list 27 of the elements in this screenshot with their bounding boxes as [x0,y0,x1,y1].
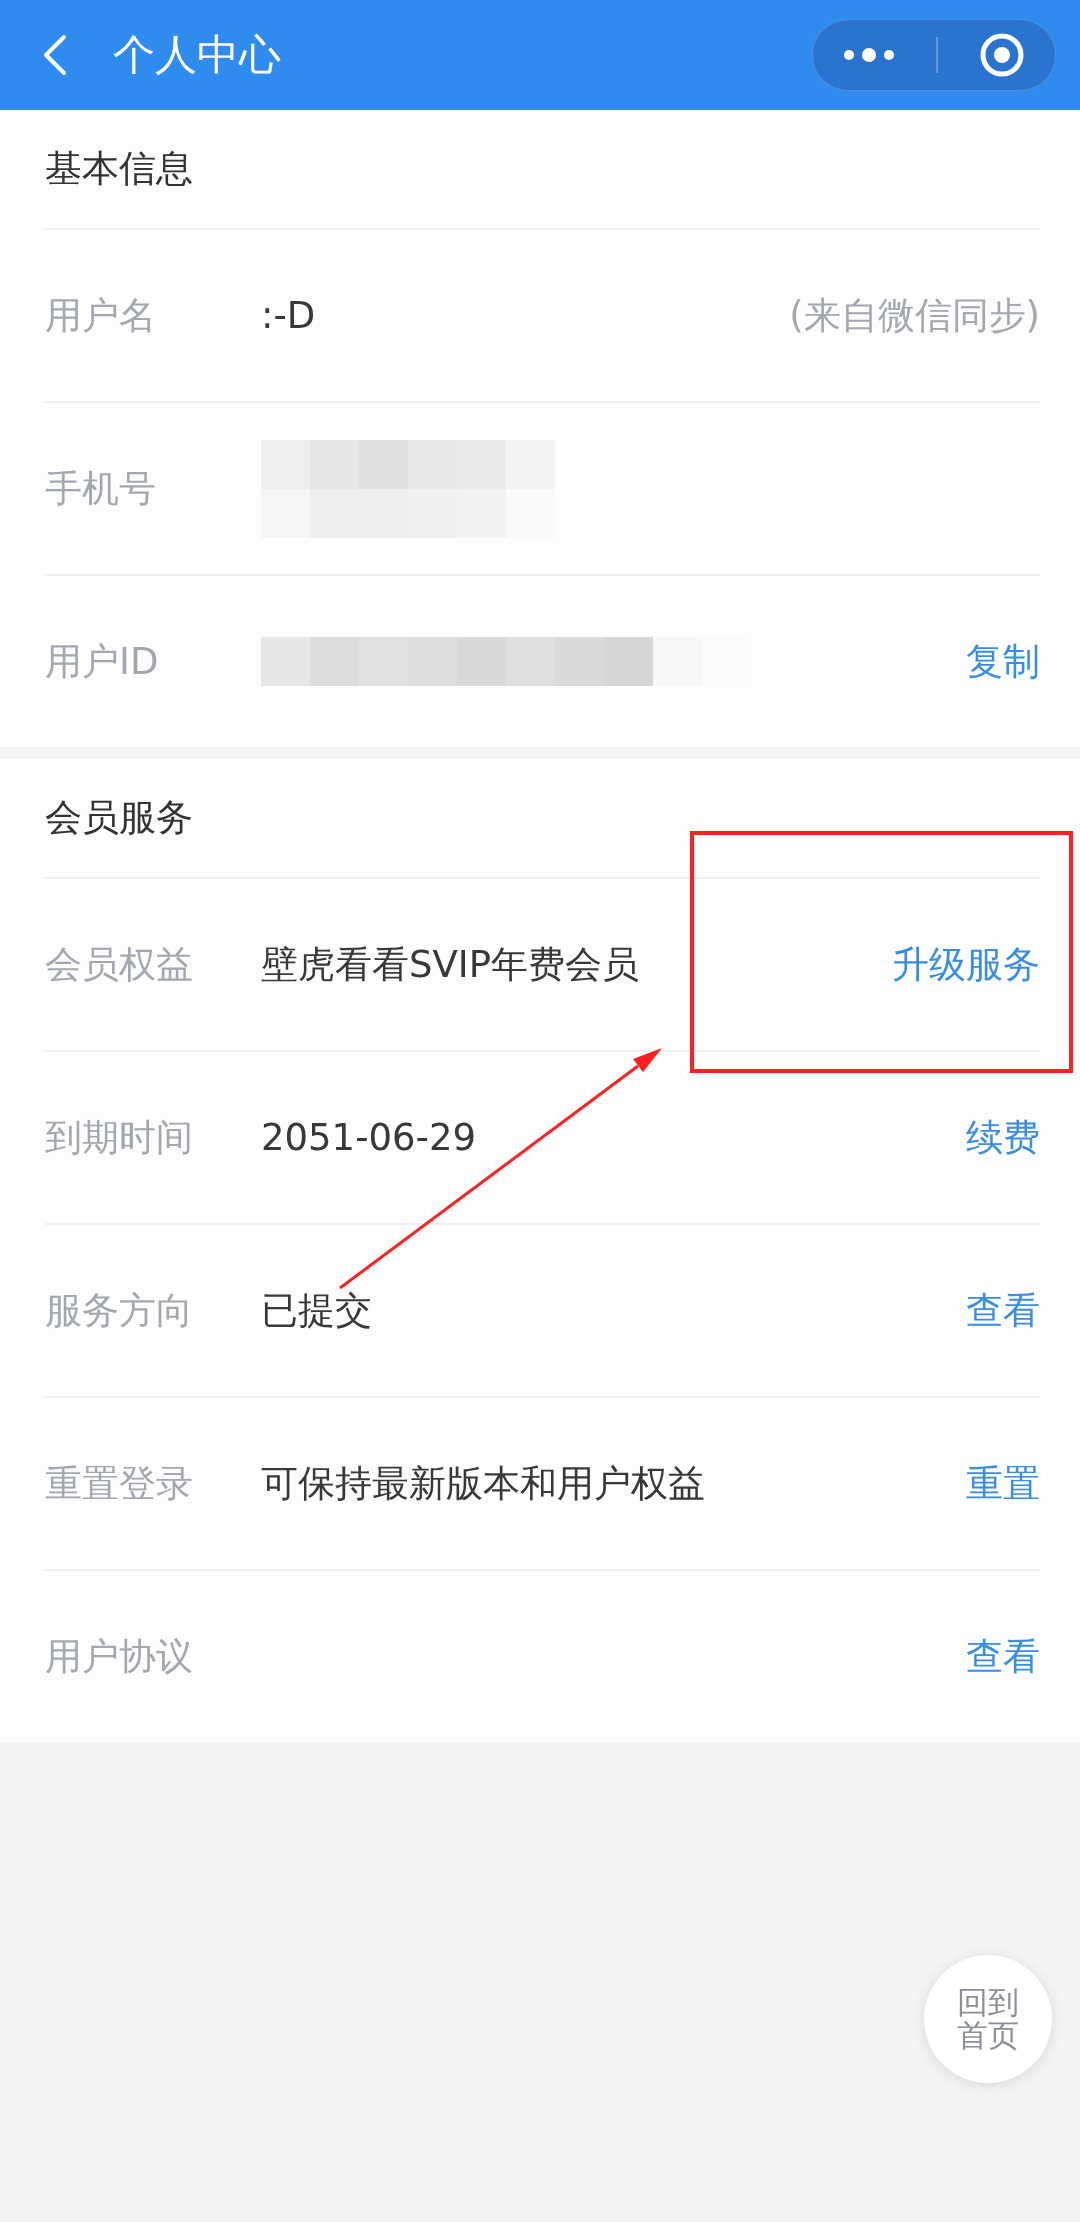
field-label: 用户名 [45,292,157,339]
field-label: 用户ID [45,638,160,685]
ring-dot-icon[interactable] [978,32,1025,78]
section-title: 会员服务 [45,795,193,841]
sync-note: (来自微信同步) [789,292,1040,339]
action-link[interactable]: 查看 [966,1285,1040,1336]
action-link[interactable]: 续费 [966,1112,1040,1163]
field-label: 用户协议 [45,1633,194,1680]
back-icon[interactable] [42,34,68,76]
field-value: 壁虎看看SVIP年费会员 [261,941,640,988]
more-icon[interactable] [843,48,896,62]
action-link[interactable]: 复制 [966,636,1040,687]
action-link[interactable]: 查看 [966,1631,1040,1682]
home-button[interactable]: 回到首页 [924,1955,1052,2083]
field-label: 服务方向 [45,1287,194,1334]
field-value: 可保持最新版本和用户权益 [261,1460,705,1507]
action-link[interactable]: 升级服务 [892,939,1040,990]
field-value: :-D [261,294,316,337]
field-value: 2051-06-29 [261,1116,477,1159]
field-label: 会员权益 [45,941,194,988]
section-title: 基本信息 [45,146,193,192]
field-value: 已提交 [261,1287,372,1334]
page-title: 个人中心 [113,29,281,81]
field-label: 手机号 [45,465,157,512]
field-label: 重置登录 [45,1460,194,1507]
field-label: 到期时间 [45,1114,194,1161]
action-link[interactable]: 重置 [966,1458,1040,1509]
